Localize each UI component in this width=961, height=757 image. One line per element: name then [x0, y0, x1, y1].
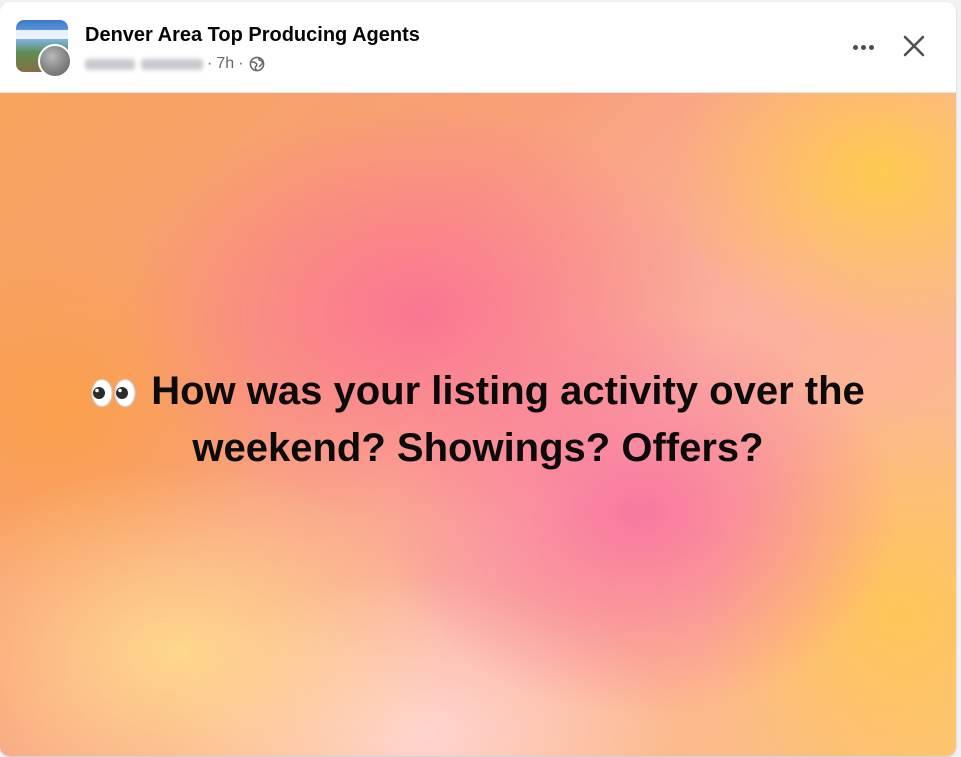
- eyes-emoji-icon: [91, 378, 136, 408]
- post-meta: · 7h ·: [85, 54, 265, 74]
- post-text: How was your listing activity over the w…: [40, 363, 916, 477]
- meta-separator: ·: [207, 55, 213, 72]
- globe-icon[interactable]: [249, 56, 265, 72]
- author-name-redacted[interactable]: [85, 58, 203, 70]
- author-avatar[interactable]: [38, 44, 72, 78]
- redacted-block: [85, 58, 135, 70]
- meta-separator: ·: [238, 55, 244, 72]
- post-text-content: How was your listing activity over the w…: [151, 369, 865, 470]
- close-icon[interactable]: [898, 30, 930, 62]
- redacted-block: [141, 58, 203, 70]
- more-options-button[interactable]: [846, 32, 880, 62]
- more-horizontal-icon: [852, 44, 858, 50]
- group-name-link[interactable]: Denver Area Top Producing Agents: [85, 24, 420, 47]
- more-horizontal-icon: [860, 44, 866, 50]
- more-horizontal-icon: [868, 44, 874, 50]
- post-background: How was your listing activity over the w…: [0, 93, 956, 756]
- post-timestamp[interactable]: 7h: [216, 55, 234, 73]
- post-header: Denver Area Top Producing Agents · 7h ·: [0, 2, 956, 93]
- group-avatar-banner: [16, 30, 68, 39]
- post-dialog: Denver Area Top Producing Agents · 7h ·: [0, 2, 956, 756]
